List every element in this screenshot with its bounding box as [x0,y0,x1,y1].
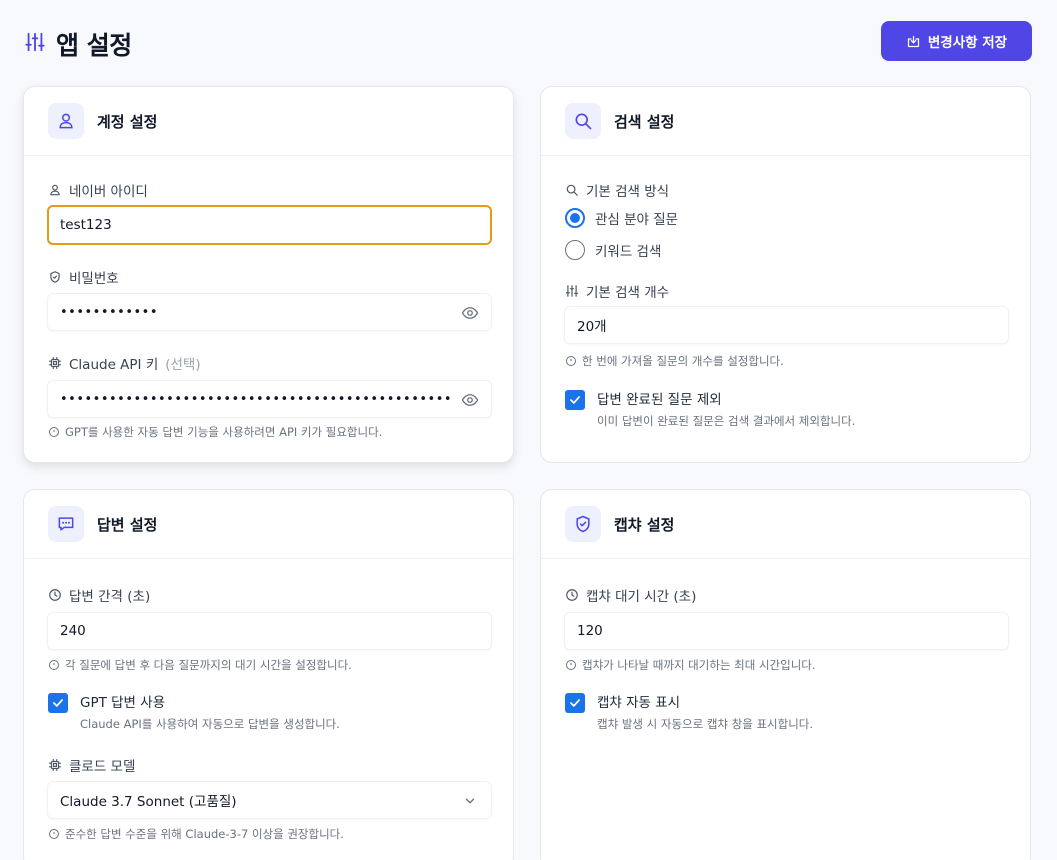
info-icon [566,356,576,366]
user-icon [50,184,60,196]
model-selected-value: Claude 3.7 Sonnet (고품질) [60,794,237,810]
info-icon [49,660,59,670]
search-method-label: 기본 검색 방식 [565,180,669,200]
password-value: •••••••••••• [60,304,159,320]
search-settings-card: 검색 설정 기본 검색 방식 관심 분야 질문 키워드 검색 기본 검색 개수 … [540,86,1031,463]
eye-icon[interactable] [461,391,479,409]
captcha-wait-input[interactable] [577,623,1008,639]
captcha-settings-card: 캡챠 설정 캡챠 대기 시간 (초) 캡챠가 나타날 때까지 대기하는 최대 시… [540,489,1031,860]
sliders-icon [24,31,46,57]
card-title: 캡챠 설정 [614,515,675,534]
check-icon [570,396,580,404]
api-key-hint: GPT를 사용한 자동 답변 기능을 사용하려면 API 키가 필요합니다. [48,424,382,440]
user-icon [48,103,84,139]
title-wrap: 앱 설정 [24,26,132,62]
api-optional-label: (선택) [165,357,201,373]
message-icon [48,506,84,542]
radio-button[interactable] [565,208,585,228]
password-label: 비밀번호 [48,267,119,287]
api-key-field[interactable]: ••••••••••••••••••••••••••••••••••••••••… [47,380,492,418]
model-label: 클로드 모델 [48,755,135,775]
check-icon [53,699,63,707]
naver-id-field[interactable] [47,205,492,245]
password-field[interactable]: •••••••••••• [47,293,492,331]
save-changes-button[interactable]: 변경사항 저장 [881,21,1032,61]
sliders-icon [565,285,579,297]
search-count-label: 기본 검색 개수 [565,281,669,301]
gpt-answer-option[interactable]: GPT 답변 사용 Claude API를 사용하여 자동으로 답변을 생성합니… [48,693,340,732]
clock-icon [566,589,578,601]
chip-icon [49,357,61,369]
gpt-answer-checkbox[interactable] [48,693,68,713]
exclude-answered-option[interactable]: 답변 완료된 질문 제외 이미 답변이 완료된 질문은 검색 결과에서 제외합니… [565,390,855,429]
naver-id-input[interactable] [60,217,490,233]
card-title: 검색 설정 [614,112,675,131]
answer-interval-field[interactable] [47,612,492,650]
check-icon [570,699,580,707]
shield-check-icon [565,506,601,542]
card-header: 캡챠 설정 [541,490,1030,559]
naver-id-label: 네이버 아이디 [48,180,148,200]
card-header: 계정 설정 [24,87,513,156]
eye-icon[interactable] [461,304,479,322]
save-button-label: 변경사항 저장 [927,35,1008,51]
gpt-answer-label: GPT 답변 사용 [80,695,166,711]
answer-interval-hint: 각 질문에 답변 후 다음 질문까지의 대기 시간을 설정합니다. [48,657,352,673]
captcha-auto-desc: 캡챠 발생 시 자동으로 캡챠 창을 표시합니다. [597,717,814,731]
clock-icon [49,589,61,601]
search-icon [565,103,601,139]
card-title: 계정 설정 [97,112,158,131]
account-settings-card: 계정 설정 네이버 아이디 비밀번호 •••••••••••• Claude A… [23,86,514,463]
info-icon [566,660,576,670]
captcha-wait-field[interactable] [564,612,1009,650]
search-count-input[interactable] [577,317,1008,333]
card-header: 검색 설정 [541,87,1030,156]
info-icon [49,427,59,437]
api-key-label: Claude API 키 (선택) [48,353,201,373]
chevron-down-icon [465,798,475,804]
answer-settings-card: 답변 설정 답변 간격 (초) 각 질문에 답변 후 다음 질문까지의 대기 시… [23,489,514,860]
answer-interval-label: 답변 간격 (초) [48,585,150,605]
search-count-field[interactable] [564,306,1009,344]
search-count-hint: 한 번에 가져올 질문의 개수를 설정합니다. [565,353,784,369]
page-title: 앱 설정 [56,31,132,60]
answer-interval-input[interactable] [60,623,491,639]
radio-keyword[interactable]: 키워드 검색 [565,240,661,260]
radio-interest[interactable]: 관심 분야 질문 [565,208,678,228]
captcha-wait-hint: 캡챠가 나타날 때까지 대기하는 최대 시간입니다. [565,657,816,673]
captcha-auto-option[interactable]: 캡챠 자동 표시 캡챠 발생 시 자동으로 캡챠 창을 표시합니다. [565,693,813,732]
radio-button[interactable] [565,240,585,260]
page-header: 앱 설정 변경사항 저장 [0,0,1057,82]
api-key-value: ••••••••••••••••••••••••••••••••••••••••… [60,391,451,407]
exclude-answered-desc: 이미 답변이 완료된 질문은 검색 결과에서 제외합니다. [597,414,856,428]
exclude-answered-label: 답변 완료된 질문 제외 [597,392,722,408]
exclude-answered-checkbox[interactable] [565,390,585,410]
save-icon [907,35,919,47]
info-icon [49,829,59,839]
model-select[interactable]: Claude 3.7 Sonnet (고품질) [47,781,492,819]
captcha-auto-label: 캡챠 자동 표시 [597,695,681,711]
card-title: 답변 설정 [97,515,158,534]
card-header: 답변 설정 [24,490,513,559]
chip-icon [49,759,61,771]
captcha-auto-checkbox[interactable] [565,693,585,713]
search-icon [566,184,578,196]
gpt-answer-desc: Claude API를 사용하여 자동으로 답변을 생성합니다. [80,717,340,731]
shield-icon [50,271,60,283]
captcha-wait-label: 캡챠 대기 시간 (초) [565,585,696,605]
model-hint: 준수한 답변 수준을 위해 Claude-3-7 이상을 권장합니다. [48,826,344,842]
